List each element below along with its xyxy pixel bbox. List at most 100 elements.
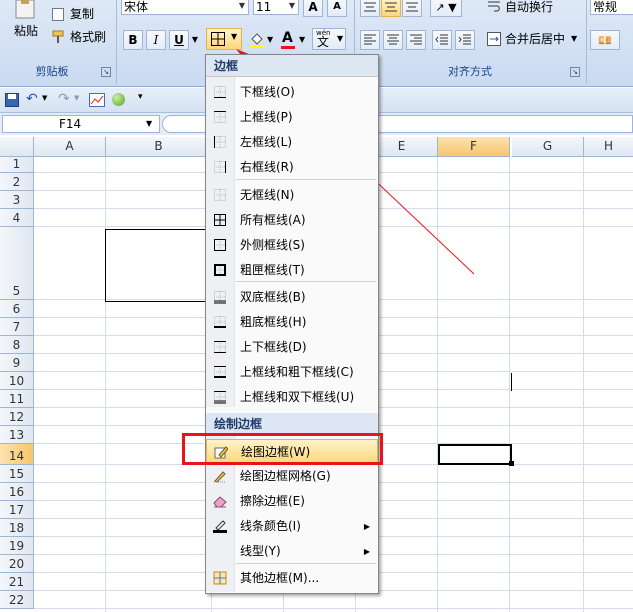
row-header-10[interactable]: 10 xyxy=(0,372,34,390)
top-bottom-border-icon xyxy=(214,341,226,353)
menu-item-thick-bottom-border[interactable]: 粗底框线(H) xyxy=(206,310,378,335)
bottom-border-icon xyxy=(214,86,226,98)
cell-caret xyxy=(511,373,512,391)
align-middle-button[interactable] xyxy=(381,0,401,17)
submenu-arrow-icon: ▶ xyxy=(363,547,370,556)
phonetic-button[interactable]: wén 文 ▼ xyxy=(312,28,346,50)
all-borders-icon xyxy=(211,32,225,46)
fill-handle[interactable] xyxy=(509,461,514,466)
increase-indent-icon xyxy=(458,34,471,45)
chart-icon[interactable] xyxy=(89,93,105,107)
row-header-18[interactable]: 18 xyxy=(0,519,34,537)
row-header-15[interactable]: 15 xyxy=(0,465,34,483)
font-name-combo[interactable]: 宋体 ▼ xyxy=(121,0,249,15)
row-header-5[interactable]: 5 xyxy=(0,227,34,300)
column-header-g[interactable]: G xyxy=(512,137,584,157)
underline-button[interactable]: U xyxy=(169,30,189,50)
row-header-17[interactable]: 17 xyxy=(0,501,34,519)
redo-dropdown-icon[interactable]: ▼ xyxy=(74,94,79,102)
active-cell[interactable] xyxy=(438,444,512,465)
row-header-3[interactable]: 3 xyxy=(0,191,34,209)
align-left-button[interactable] xyxy=(360,30,380,50)
menu-item-eraser[interactable]: 擦除边框(E) xyxy=(206,489,378,514)
row-header-13[interactable]: 13 xyxy=(0,426,34,444)
row-header-19[interactable]: 19 xyxy=(0,537,34,555)
green-circle-icon[interactable] xyxy=(112,93,125,106)
row-header-2[interactable]: 2 xyxy=(0,173,34,191)
row-header-21[interactable]: 21 xyxy=(0,573,34,591)
column-header-h[interactable]: H xyxy=(584,137,633,157)
accounting-format-button[interactable]: 💴 xyxy=(590,30,620,50)
italic-button[interactable]: I xyxy=(146,30,166,50)
more-borders-icon xyxy=(213,571,227,585)
menu-item-draw-border-grid[interactable]: 绘图边框网格(G) xyxy=(206,464,378,489)
menu-separator xyxy=(236,179,376,180)
align-bottom-button[interactable] xyxy=(402,0,422,17)
menu-item-top-thick-bottom-border[interactable]: 上框线和粗下框线(C) xyxy=(206,360,378,385)
row-header-7[interactable]: 7 xyxy=(0,318,34,336)
row-header-8[interactable]: 8 xyxy=(0,336,34,354)
fill-color-button[interactable]: ▼ xyxy=(246,30,274,50)
row-header-14[interactable]: 14 xyxy=(0,444,34,465)
menu-item-bottom-border[interactable]: 下框线(O) xyxy=(206,80,378,105)
wrap-text-button[interactable]: 自动换行 xyxy=(485,0,581,16)
clipboard-launcher-icon[interactable]: ↘ xyxy=(101,67,111,77)
copy-button[interactable]: 复制 xyxy=(52,6,112,22)
column-header-f[interactable]: F xyxy=(438,137,510,157)
column-header-b[interactable]: B xyxy=(106,137,212,157)
menu-item-label: 绘图边框网格(G) xyxy=(240,469,331,483)
row-header-9[interactable]: 9 xyxy=(0,354,34,372)
undo-icon[interactable]: ↶ xyxy=(26,91,38,107)
menu-item-label: 左框线(L) xyxy=(240,135,293,149)
row-header-20[interactable]: 20 xyxy=(0,555,34,573)
row-header-22[interactable]: 22 xyxy=(0,591,34,609)
row-header-11[interactable]: 11 xyxy=(0,390,34,408)
row-header-16[interactable]: 16 xyxy=(0,483,34,501)
menu-item-right-border[interactable]: 右框线(R) xyxy=(206,155,378,180)
menu-separator xyxy=(236,281,376,282)
decrease-indent-button[interactable] xyxy=(432,30,452,50)
align-center-button[interactable] xyxy=(383,30,403,50)
increase-indent-button[interactable] xyxy=(455,30,475,50)
row-header-4[interactable]: 4 xyxy=(0,209,34,227)
undo-dropdown-icon[interactable]: ▼ xyxy=(42,94,47,102)
menu-item-double-bottom-border[interactable]: 双底框线(B) xyxy=(206,285,378,310)
menu-item-all-borders[interactable]: 所有框线(A) xyxy=(206,208,378,233)
orientation-button[interactable]: ↗ ▼ xyxy=(430,0,462,17)
column-header-a[interactable]: A xyxy=(34,137,106,157)
grow-font-button[interactable]: A xyxy=(303,0,323,17)
menu-item-line-color[interactable]: 线条颜色(I) ▶ xyxy=(206,514,378,539)
save-icon[interactable] xyxy=(5,93,19,107)
row-header-12[interactable]: 12 xyxy=(0,408,34,426)
format-painter-button[interactable]: 格式刷 xyxy=(52,29,112,45)
align-right-button[interactable] xyxy=(406,30,426,50)
name-box[interactable]: F14 ▼ xyxy=(2,115,160,133)
redo-icon[interactable]: ↷ xyxy=(58,91,70,107)
menu-item-more-borders[interactable]: 其他边框(M)... xyxy=(206,566,378,591)
shrink-font-button[interactable]: A xyxy=(327,0,347,17)
row-header-6[interactable]: 6 xyxy=(0,300,34,318)
menu-item-top-double-bottom-border[interactable]: 上框线和双下框线(U) xyxy=(206,385,378,410)
number-format-combo[interactable]: 常规 xyxy=(590,0,633,15)
menu-item-top-bottom-border[interactable]: 上下框线(D) xyxy=(206,335,378,360)
underline-label: U xyxy=(174,33,184,47)
menu-item-thick-box-border[interactable]: 粗匣框线(T) xyxy=(206,258,378,283)
border-button[interactable]: ▼ xyxy=(206,28,242,50)
customize-qat-icon[interactable]: ▾ xyxy=(138,92,143,102)
border-dropdown-menu: 边框 下框线(O) 上框线(P) 左框线(L) 右框线(R) 无框线(N) 所有框线(A)… xyxy=(205,54,379,594)
row-header-1[interactable]: 1 xyxy=(0,157,34,173)
paste-button[interactable]: 粘贴 xyxy=(4,0,48,60)
font-size-combo[interactable]: 11 ▼ xyxy=(253,0,299,15)
menu-item-left-border[interactable]: 左框线(L) xyxy=(206,130,378,155)
alignment-launcher-icon[interactable]: ↘ xyxy=(570,67,580,77)
menu-item-line-style[interactable]: 线型(Y) ▶ xyxy=(206,539,378,564)
font-color-button[interactable]: A ▼ xyxy=(278,30,306,50)
bold-button[interactable]: B xyxy=(123,30,143,50)
select-all-corner[interactable] xyxy=(0,137,34,157)
menu-item-top-border[interactable]: 上框线(P) xyxy=(206,105,378,130)
menu-item-no-border[interactable]: 无框线(N) xyxy=(206,183,378,208)
align-top-button[interactable] xyxy=(360,0,380,17)
menu-item-outside-borders[interactable]: 外侧框线(S) xyxy=(206,233,378,258)
merge-center-button[interactable]: 合并后居中 ▼ xyxy=(485,30,581,48)
underline-dropdown[interactable]: ▼ xyxy=(189,30,201,50)
